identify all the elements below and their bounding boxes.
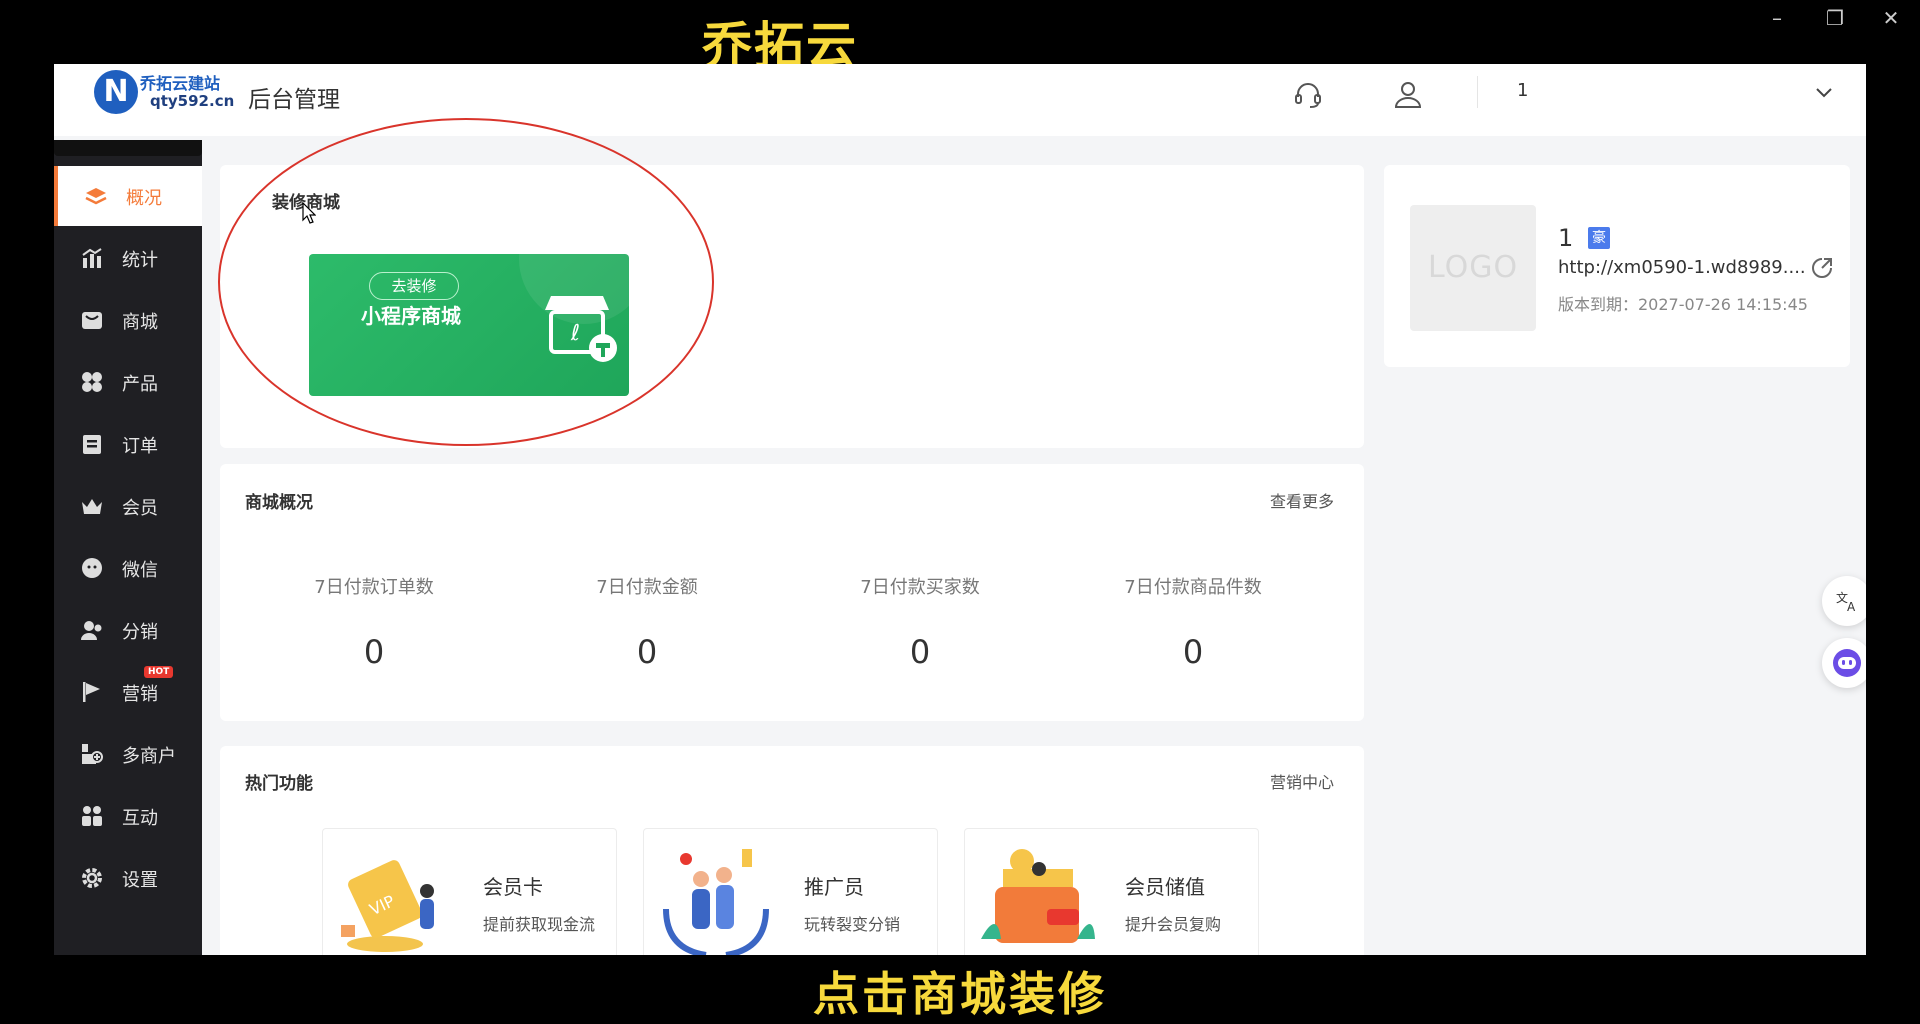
- site-name: 1: [1558, 224, 1574, 252]
- feature-name: 会员储值: [1125, 875, 1205, 899]
- sidebar: 概况 统计 商城 产品 订单 会员 微信 分销 营销 HOT 多商户 互动 设置: [54, 140, 202, 955]
- sidebar-item-label: 互动: [122, 808, 158, 829]
- brand-logo-mark: N: [94, 70, 138, 114]
- admin-app: N 乔拓云建站 qty592.cn 后台管理 1 概况 统计 商城 产品 订单 …: [54, 64, 1866, 955]
- sidebar-top-strip: [54, 140, 202, 156]
- close-button[interactable]: ✕: [1876, 6, 1906, 30]
- feature-desc: 提前获取现金流: [483, 915, 596, 934]
- bottom-caption: 点击商城装修: [813, 967, 1107, 1021]
- sidebar-item-label: 营销: [122, 684, 158, 705]
- top-header: N 乔拓云建站 qty592.cn 后台管理 1: [54, 64, 1866, 136]
- user-icon[interactable]: [1391, 78, 1425, 112]
- sidebar-item-interaction[interactable]: 互动: [54, 786, 202, 846]
- site-url[interactable]: http://xm0590-1.wd8989....: [1558, 257, 1806, 278]
- stat-label: 7日付款订单数: [314, 577, 434, 598]
- people-icon: [82, 806, 102, 826]
- grid-icon: [82, 372, 102, 392]
- assistant-float-button[interactable]: [1822, 638, 1866, 688]
- sidebar-item-overview[interactable]: 概况: [54, 166, 202, 226]
- hot-features-title: 热门功能: [245, 774, 313, 794]
- sidebar-item-label: 微信: [122, 560, 158, 581]
- sidebar-item-marketing[interactable]: 营销 HOT: [54, 662, 202, 722]
- feature-member-stored-value[interactable]: 会员储值 提升会员复购: [964, 828, 1259, 955]
- stat-7d-paid-items: 7日付款商品件数 0: [1073, 573, 1313, 671]
- shop-plus-icon: [82, 744, 103, 764]
- sidebar-item-label: 分销: [122, 622, 158, 643]
- stat-7d-paid-buyers: 7日付款买家数 0: [800, 573, 1040, 671]
- stat-7d-paid-amount: 7日付款金额 0: [527, 573, 767, 671]
- feature-desc: 提升会员复购: [1125, 915, 1222, 934]
- users-icon: [81, 621, 102, 640]
- external-link-icon[interactable]: [1810, 256, 1834, 280]
- wechat-icon: [82, 558, 102, 578]
- crown-icon: [82, 499, 102, 514]
- sidebar-item-label: 统计: [122, 250, 158, 271]
- wallet-illustration-icon: [981, 849, 1095, 943]
- header-divider: [1477, 76, 1478, 108]
- sidebar-item-settings[interactable]: 设置: [54, 848, 202, 908]
- sidebar-item-statistics[interactable]: 统计: [54, 228, 202, 288]
- stat-7d-paid-orders: 7日付款订单数 0: [254, 573, 494, 671]
- page-title: 后台管理: [248, 87, 340, 113]
- translate-float-button[interactable]: 文 A: [1822, 576, 1866, 626]
- hot-badge: HOT: [144, 666, 174, 678]
- mall-overview-title: 商城概况: [245, 493, 313, 513]
- sidebar-item-label: 概况: [126, 188, 162, 209]
- sidebar-item-mall[interactable]: 商城: [54, 290, 202, 350]
- stat-value: 0: [1182, 633, 1204, 671]
- promoter-illustration-icon: [663, 849, 769, 955]
- current-user-name[interactable]: 1: [1517, 80, 1528, 101]
- stat-label: 7日付款买家数: [860, 577, 980, 598]
- sidebar-item-label: 订单: [122, 436, 158, 457]
- stat-value: 0: [909, 633, 931, 671]
- chart-icon: [82, 248, 102, 268]
- translate-icon: 文 A: [1836, 590, 1856, 613]
- feature-promoter[interactable]: 推广员 玩转裂变分销: [643, 828, 938, 955]
- sidebar-item-label: 会员: [122, 498, 158, 519]
- sidebar-item-distribution[interactable]: 分销: [54, 600, 202, 660]
- minimize-button[interactable]: –: [1762, 6, 1792, 30]
- site-logo-placeholder: LOGO: [1410, 205, 1536, 331]
- video-top-band: [0, 0, 1920, 64]
- svg-text:A: A: [1847, 600, 1856, 613]
- sidebar-item-products[interactable]: 产品: [54, 352, 202, 412]
- stat-value: 0: [363, 633, 385, 671]
- sidebar-item-label: 产品: [122, 374, 158, 395]
- sidebar-item-multi-merchant[interactable]: 多商户: [54, 724, 202, 784]
- stat-label: 7日付款商品件数: [1124, 577, 1262, 598]
- sidebar-item-label: 商城: [122, 312, 158, 333]
- sidebar-item-wechat[interactable]: 微信: [54, 538, 202, 598]
- marketing-center-link[interactable]: 营销中心: [1270, 769, 1334, 793]
- gear-icon: [82, 868, 102, 888]
- feature-member-card[interactable]: VIP 会员卡 提前获取现金流: [322, 828, 617, 955]
- sidebar-item-orders[interactable]: 订单: [54, 414, 202, 474]
- feature-desc: 玩转裂变分销: [804, 915, 901, 934]
- vip-card-illustration-icon: VIP: [341, 860, 434, 952]
- layers-icon: [85, 188, 107, 205]
- restore-button[interactable]: ❐: [1820, 6, 1850, 30]
- headset-icon[interactable]: [1291, 78, 1325, 112]
- sidebar-item-label: 设置: [122, 870, 158, 891]
- mouse-cursor-icon: [302, 202, 316, 224]
- brand-logo-domain: qty592.cn: [150, 92, 235, 110]
- robot-assistant-icon: [1833, 649, 1861, 677]
- clipboard-icon: [83, 435, 101, 454]
- brand-logo-name: 乔拓云建站: [140, 74, 221, 93]
- view-more-link[interactable]: 查看更多: [1270, 488, 1334, 512]
- site-version-badge: 豪: [1588, 227, 1610, 249]
- stat-value: 0: [636, 633, 658, 671]
- chevron-down-icon[interactable]: [1812, 80, 1836, 104]
- annotation-red-ellipse: [218, 118, 714, 446]
- feature-name: 推广员: [804, 875, 864, 899]
- flag-icon: [83, 682, 100, 702]
- stat-label: 7日付款金额: [596, 577, 698, 598]
- sidebar-item-label: 多商户: [122, 746, 176, 767]
- feature-name: 会员卡: [483, 875, 543, 899]
- version-expire-date: 版本到期：2027-07-26 14:15:45: [1558, 295, 1808, 314]
- sidebar-item-members[interactable]: 会员: [54, 476, 202, 536]
- store-icon: [82, 312, 102, 329]
